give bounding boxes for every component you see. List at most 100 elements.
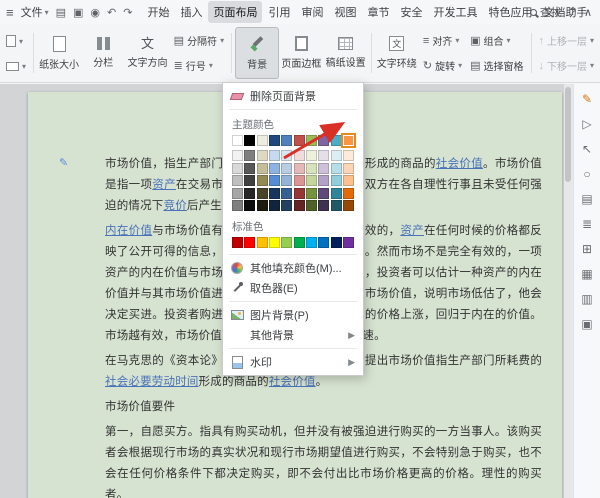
comment-marker-icon[interactable]: ✎: [59, 156, 68, 169]
color-swatch[interactable]: [343, 150, 354, 161]
page-border-button[interactable]: 页面边框: [279, 27, 323, 79]
color-swatch[interactable]: [306, 163, 317, 174]
hamburger-menu-icon[interactable]: ≡: [6, 5, 14, 20]
color-swatch[interactable]: [244, 135, 255, 146]
collapse-ribbon-icon[interactable]: ∧: [584, 6, 592, 19]
outline-icon[interactable]: ≣: [582, 218, 592, 230]
color-swatch[interactable]: [343, 135, 354, 146]
color-swatch[interactable]: [244, 188, 255, 199]
tab-安全[interactable]: 安全: [395, 1, 427, 23]
color-swatch[interactable]: [257, 150, 268, 161]
background-button[interactable]: 背景: [235, 27, 279, 79]
manuscript-grid-button[interactable]: 稿纸设置: [323, 27, 367, 79]
rotate-button[interactable]: ↻旋转▾: [419, 56, 466, 75]
color-swatch[interactable]: [281, 237, 292, 248]
pen-icon[interactable]: ✎: [582, 93, 592, 105]
save-icon[interactable]: ▤: [56, 6, 66, 19]
color-swatch[interactable]: [269, 150, 280, 161]
layout-icon[interactable]: ▦: [581, 268, 592, 280]
color-swatch[interactable]: [232, 200, 243, 211]
find-button[interactable]: 查找: [530, 4, 562, 20]
shape-icon[interactable]: ○: [583, 168, 590, 180]
group-button[interactable]: ▣组合▾: [466, 31, 527, 50]
color-swatch[interactable]: [294, 135, 305, 146]
select-arrow-icon[interactable]: ↖: [582, 143, 592, 155]
menu-eyedropper[interactable]: 取色器(E): [223, 278, 363, 298]
color-swatch[interactable]: [244, 175, 255, 186]
menu-picture-background[interactable]: 图片背景(P): [223, 305, 363, 325]
color-swatch[interactable]: [306, 175, 317, 186]
breaks-button[interactable]: ▤分隔符▾: [170, 31, 228, 50]
color-swatch[interactable]: [269, 163, 280, 174]
color-swatch[interactable]: [281, 188, 292, 199]
align-button[interactable]: ≡对齐▾: [419, 31, 466, 50]
color-swatch[interactable]: [257, 135, 268, 146]
vertical-scrollbar[interactable]: [564, 84, 573, 498]
file-menu[interactable]: 文件 ▾: [21, 4, 49, 20]
scrollbar-thumb[interactable]: [565, 87, 571, 182]
color-swatch[interactable]: [294, 200, 305, 211]
color-swatch[interactable]: [306, 188, 317, 199]
color-swatch[interactable]: [318, 163, 329, 174]
color-swatch[interactable]: [343, 237, 354, 248]
color-swatch[interactable]: [331, 175, 342, 186]
tab-章节[interactable]: 章节: [362, 1, 394, 23]
hyperlink[interactable]: 竞价: [164, 200, 187, 212]
color-swatch[interactable]: [257, 200, 268, 211]
color-swatch[interactable]: [343, 163, 354, 174]
margins-button[interactable]: ▾: [2, 33, 30, 49]
color-swatch[interactable]: [294, 163, 305, 174]
menu-other-background[interactable]: 其他背景 ▶: [223, 325, 363, 345]
color-swatch[interactable]: [306, 237, 317, 248]
color-swatch[interactable]: [232, 237, 243, 248]
menu-more-fill-colors[interactable]: 其他填充颜色(M)...: [223, 258, 363, 278]
color-swatch[interactable]: [331, 163, 342, 174]
color-swatch[interactable]: [294, 188, 305, 199]
color-swatch[interactable]: [331, 237, 342, 248]
tab-开始[interactable]: 开始: [142, 1, 174, 23]
color-swatch[interactable]: [244, 150, 255, 161]
menu-watermark[interactable]: 水印 ▶: [223, 352, 363, 372]
color-swatch[interactable]: [306, 135, 317, 146]
color-swatch[interactable]: [281, 175, 292, 186]
color-swatch[interactable]: [331, 135, 342, 146]
help-button[interactable]: ?: [570, 6, 576, 18]
color-swatch[interactable]: [257, 175, 268, 186]
color-swatch[interactable]: [232, 135, 243, 146]
color-swatch[interactable]: [331, 188, 342, 199]
menu-delete-page-background[interactable]: 删除页面背景: [223, 86, 363, 106]
color-swatch[interactable]: [281, 163, 292, 174]
color-swatch[interactable]: [294, 175, 305, 186]
color-swatch[interactable]: [331, 200, 342, 211]
tab-视图[interactable]: 视图: [329, 1, 361, 23]
color-swatch[interactable]: [269, 200, 280, 211]
color-swatch[interactable]: [281, 200, 292, 211]
color-swatch[interactable]: [318, 135, 329, 146]
orientation-button[interactable]: ▾: [2, 60, 30, 73]
color-swatch[interactable]: [318, 188, 329, 199]
color-swatch[interactable]: [318, 200, 329, 211]
color-swatch[interactable]: [269, 175, 280, 186]
line-numbers-button[interactable]: ≣行号▾: [170, 56, 228, 75]
play-icon[interactable]: ▷: [582, 118, 591, 130]
hyperlink[interactable]: 内在价值: [105, 225, 152, 237]
paper-size-button[interactable]: 纸张大小: [37, 27, 81, 79]
color-swatch[interactable]: [343, 175, 354, 186]
color-swatch[interactable]: [318, 175, 329, 186]
color-swatch[interactable]: [306, 200, 317, 211]
color-swatch[interactable]: [318, 150, 329, 161]
color-swatch[interactable]: [232, 188, 243, 199]
color-swatch[interactable]: [294, 237, 305, 248]
columns-icon[interactable]: ▥: [581, 293, 592, 305]
book-icon[interactable]: ▣: [581, 318, 592, 330]
color-swatch[interactable]: [306, 150, 317, 161]
document-icon[interactable]: ▤: [581, 193, 592, 205]
text-direction-button[interactable]: 文 文字方向: [125, 27, 169, 79]
color-swatch[interactable]: [232, 163, 243, 174]
redo-icon[interactable]: ↷: [123, 6, 132, 19]
tab-插入[interactable]: 插入: [175, 1, 207, 23]
color-swatch[interactable]: [343, 200, 354, 211]
color-swatch[interactable]: [232, 150, 243, 161]
color-swatch[interactable]: [281, 150, 292, 161]
color-swatch[interactable]: [257, 188, 268, 199]
